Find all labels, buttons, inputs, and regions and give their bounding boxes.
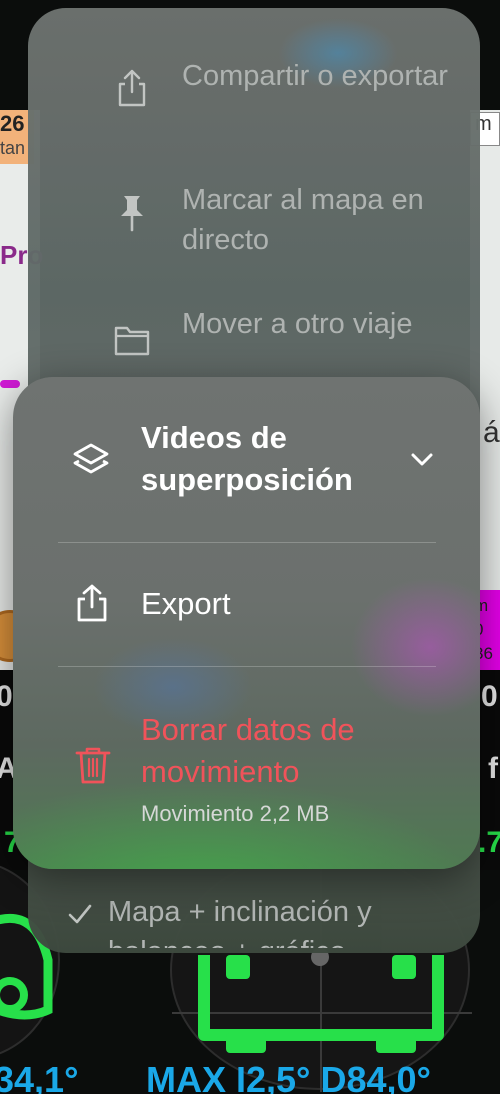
checkmark-icon (68, 904, 92, 924)
menu-item-label: Compartir o exportar (182, 60, 448, 92)
menu-item-label: Marcar al mapa en directo (182, 184, 424, 256)
overlay-option-label: Mapa + inclinación y balanceo + gráfico (108, 896, 372, 948)
trash-icon (75, 747, 111, 784)
menu-item-label: Videos de superposición (141, 420, 353, 497)
menu-item-subtitle: Movimiento 2,2 MB (141, 801, 330, 826)
max-readout: MAX I2,5° D84,0° (146, 1059, 431, 1094)
green-value-right: .7 (478, 826, 500, 859)
menu-item-pin-map[interactable]: Marcar al mapa en directo (28, 178, 480, 268)
chevron-down-icon[interactable] (407, 445, 437, 475)
layers-icon (73, 443, 109, 474)
car-rear-icon (198, 948, 444, 1053)
overlay-option-map-tilt-chart[interactable]: Mapa + inclinación y balanceo + gráfico (28, 888, 480, 948)
pin-icon (121, 196, 143, 232)
edge-right-2: f (488, 752, 498, 785)
map-badge-number: 26 (0, 111, 25, 136)
share-icon (77, 584, 107, 622)
menu-item-export[interactable]: Export (13, 543, 480, 665)
menu-item-label: Borrar datos de movimiento (141, 712, 355, 789)
front-context-menu: Videos de superposición Export Borrar da… (13, 377, 480, 869)
edge-right-3: á (483, 416, 500, 449)
menu-item-share-export[interactable]: Compartir o exportar (28, 54, 480, 144)
share-icon (118, 69, 146, 107)
menu-item-overlay-videos[interactable]: Videos de superposición (13, 377, 480, 542)
folder-icon (114, 326, 150, 356)
menu-item-delete-motion-data[interactable]: Borrar datos de movimiento Movimiento 2,… (13, 667, 480, 837)
angle-readout: 34,1° MAX I2,5° D84,0° (0, 1060, 500, 1094)
roll-readout: 34,1° (0, 1059, 79, 1094)
menu-item-label: Export (141, 586, 231, 621)
edge-right-1: 0 (481, 680, 498, 713)
menu-item-label: Mover a otro viaje (182, 308, 413, 340)
